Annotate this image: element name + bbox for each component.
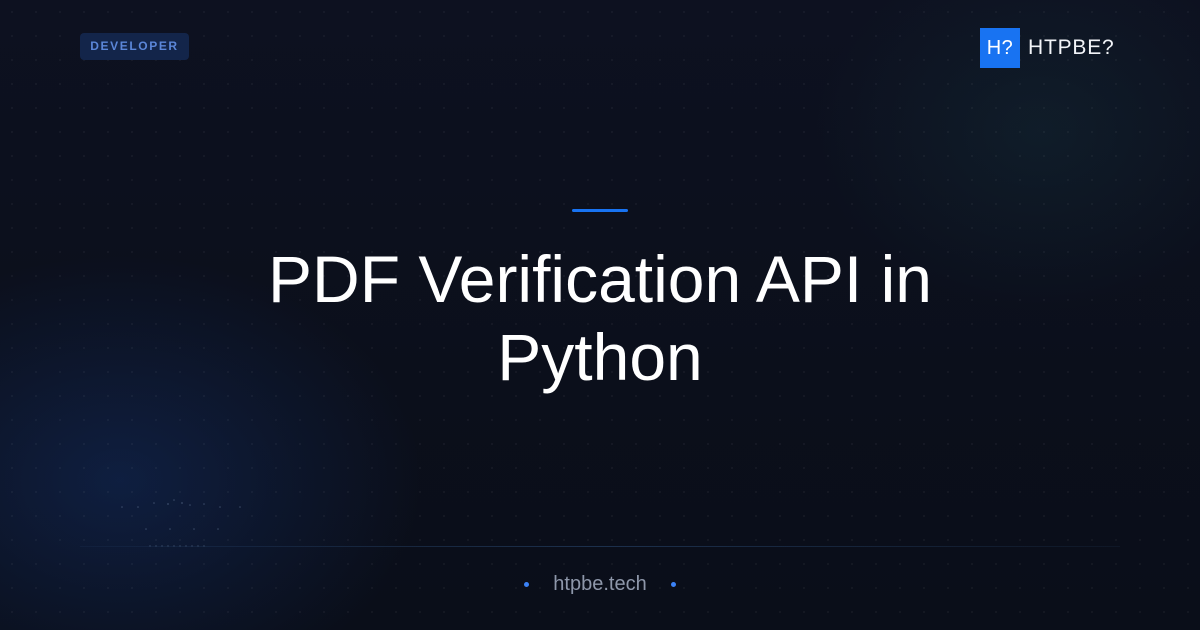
footer-dot-left-icon (524, 581, 530, 587)
brand-mark-icon: H? (980, 28, 1020, 68)
title-line-1: PDF Verification API in (268, 242, 932, 316)
brand-logo: H? HTPBE? (980, 28, 1115, 68)
social-card: DEVELOPER H? HTPBE? PDF Verification API… (0, 0, 1200, 630)
footer-url: htpbe.tech (553, 573, 647, 595)
footer: htpbe.tech (0, 568, 1200, 600)
title-line-2: Python (497, 320, 703, 394)
footer-divider (80, 546, 1120, 547)
category-badge: DEVELOPER (80, 33, 189, 60)
footer-dot-right-icon (670, 581, 676, 587)
title-accent-line (572, 209, 628, 212)
decorative-particles (121, 499, 241, 547)
brand-name: HTPBE? (1028, 36, 1115, 59)
page-title: PDF Verification API in Python (150, 240, 1050, 396)
